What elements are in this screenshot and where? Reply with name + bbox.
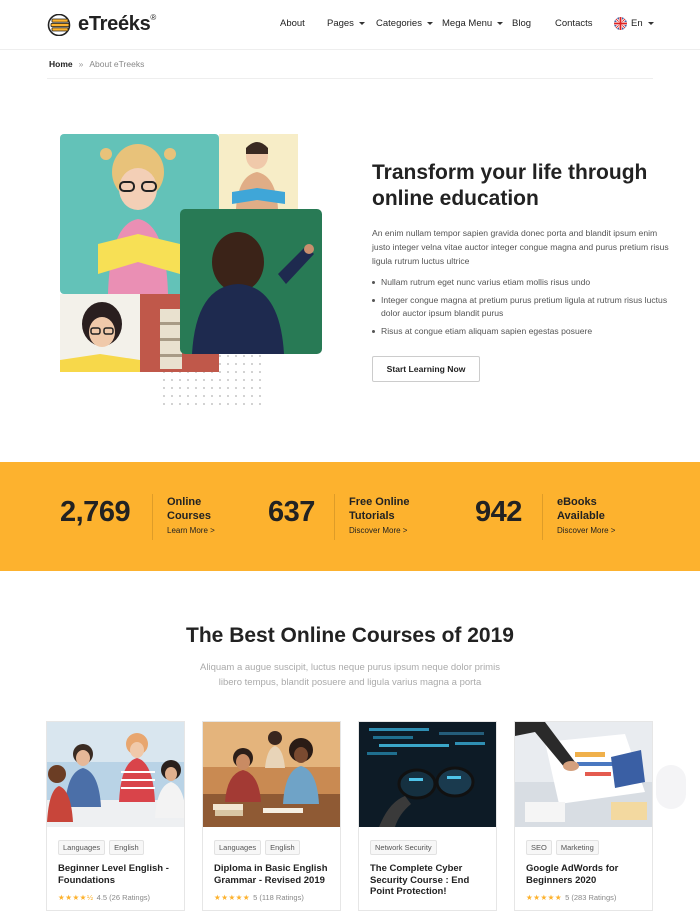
breadcrumb-current: About eTreeks: [89, 59, 145, 69]
tag[interactable]: English: [109, 840, 144, 855]
course-card[interactable]: Languages English Beginner Level English…: [46, 721, 185, 911]
course-tags: Languages English: [214, 840, 300, 855]
breadcrumb: Home » About eTreeks: [49, 59, 144, 69]
course-rating: ★★★★★ 5 (118 Ratings): [214, 893, 304, 902]
chevron-down-icon: [426, 21, 433, 25]
course-tags: SEO Marketing: [526, 840, 599, 855]
stat-label: Free Online Tutorials: [349, 496, 410, 522]
stat-number: 942: [475, 496, 522, 528]
tag[interactable]: English: [265, 840, 300, 855]
nav-item-mega-menu[interactable]: Mega Menu: [442, 18, 504, 29]
stat-divider: [152, 494, 153, 540]
course-title[interactable]: Beginner Level English - Foundations: [58, 863, 178, 886]
hero-title: Transform your life through online educa…: [372, 161, 648, 210]
courses-section-title: The Best Online Courses of 2019: [186, 624, 514, 647]
course-card[interactable]: Network Security The Complete Cyber Secu…: [358, 721, 497, 911]
stats-banner: 2,769 Online Courses Learn More > 637 Fre…: [0, 462, 700, 571]
hero-collage-image: 1 + 2 : 4 - 6: [60, 134, 322, 372]
tag[interactable]: Languages: [58, 840, 106, 855]
course-card[interactable]: Languages English Diploma in Basic Engli…: [202, 721, 341, 911]
nav-item-categories[interactable]: Categories: [376, 18, 433, 29]
course-image: [203, 722, 340, 827]
hero-description: An enim nullam tempor sapien gravida don…: [372, 228, 669, 266]
course-rating: ★★★★★ 5 (283 Ratings): [526, 893, 617, 902]
chevron-down-icon: [497, 21, 504, 25]
stat-number: 637: [268, 496, 315, 528]
list-item: Nullam rutrum eget nunc varius etiam mol…: [372, 276, 672, 289]
chevron-down-icon: [647, 22, 654, 25]
star-icon: ★★★★½: [58, 893, 94, 902]
course-rating: ★★★★½ 4.5 (26 Ratings): [58, 893, 151, 902]
list-item: Integer congue magna at pretium purus pr…: [372, 294, 672, 320]
nav-item-pages[interactable]: Pages: [327, 18, 365, 29]
chevron-down-icon: [358, 21, 365, 25]
nav-item-about[interactable]: About: [280, 18, 305, 29]
breadcrumb-separator: »: [78, 59, 84, 69]
course-tags: Network Security: [370, 840, 437, 855]
stat-number: 2,769: [60, 496, 131, 528]
tag[interactable]: Marketing: [555, 840, 599, 855]
course-image: [359, 722, 496, 827]
tag[interactable]: Languages: [214, 840, 262, 855]
site-header: eTreéks® About Pages Categories Mega Men…: [0, 0, 700, 50]
start-learning-button[interactable]: Start Learning Now: [372, 356, 480, 382]
course-title[interactable]: Google AdWords for Beginners 2020: [526, 863, 646, 886]
star-icon: ★★★★★: [526, 893, 563, 902]
nav-item-contacts[interactable]: Contacts: [555, 18, 593, 29]
language-selector[interactable]: En: [614, 17, 654, 30]
course-tags: Languages English: [58, 840, 144, 855]
course-card[interactable]: SEO Marketing Google AdWords for Beginne…: [514, 721, 653, 911]
stat-divider: [334, 494, 335, 540]
course-image: [47, 722, 184, 827]
hero-bullet-list: Nullam rutrum eget nunc varius etiam mol…: [372, 276, 672, 343]
discover-more-link[interactable]: Discover More >: [349, 526, 407, 535]
stat-label: Online Courses: [167, 496, 212, 522]
courses-section-subtitle: Aliquam a augue suscipit, luctus neque p…: [200, 662, 500, 688]
divider: [47, 78, 653, 79]
logo-books-icon: [47, 13, 71, 36]
stat-divider: [542, 494, 543, 540]
carousel-next-handle[interactable]: [656, 765, 686, 809]
discover-more-link[interactable]: Discover More >: [557, 526, 615, 535]
list-item: Risus at congue etiam aliquam sapien ege…: [372, 325, 672, 338]
course-title[interactable]: Diploma in Basic English Grammar - Revis…: [214, 863, 334, 886]
star-icon: ★★★★★: [214, 893, 251, 902]
nav-item-blog[interactable]: Blog: [512, 18, 531, 29]
learn-more-link[interactable]: Learn More >: [167, 526, 215, 535]
logo-text: eTreéks®: [78, 13, 157, 35]
uk-flag-icon: [614, 17, 627, 30]
tag[interactable]: Network Security: [370, 840, 437, 855]
course-image: [515, 722, 652, 827]
stat-label: eBooks Available: [557, 496, 605, 522]
tag[interactable]: SEO: [526, 840, 552, 855]
course-title[interactable]: The Complete Cyber Security Course : End…: [370, 863, 490, 898]
breadcrumb-home[interactable]: Home: [49, 59, 73, 69]
site-logo[interactable]: eTreéks®: [47, 13, 156, 36]
